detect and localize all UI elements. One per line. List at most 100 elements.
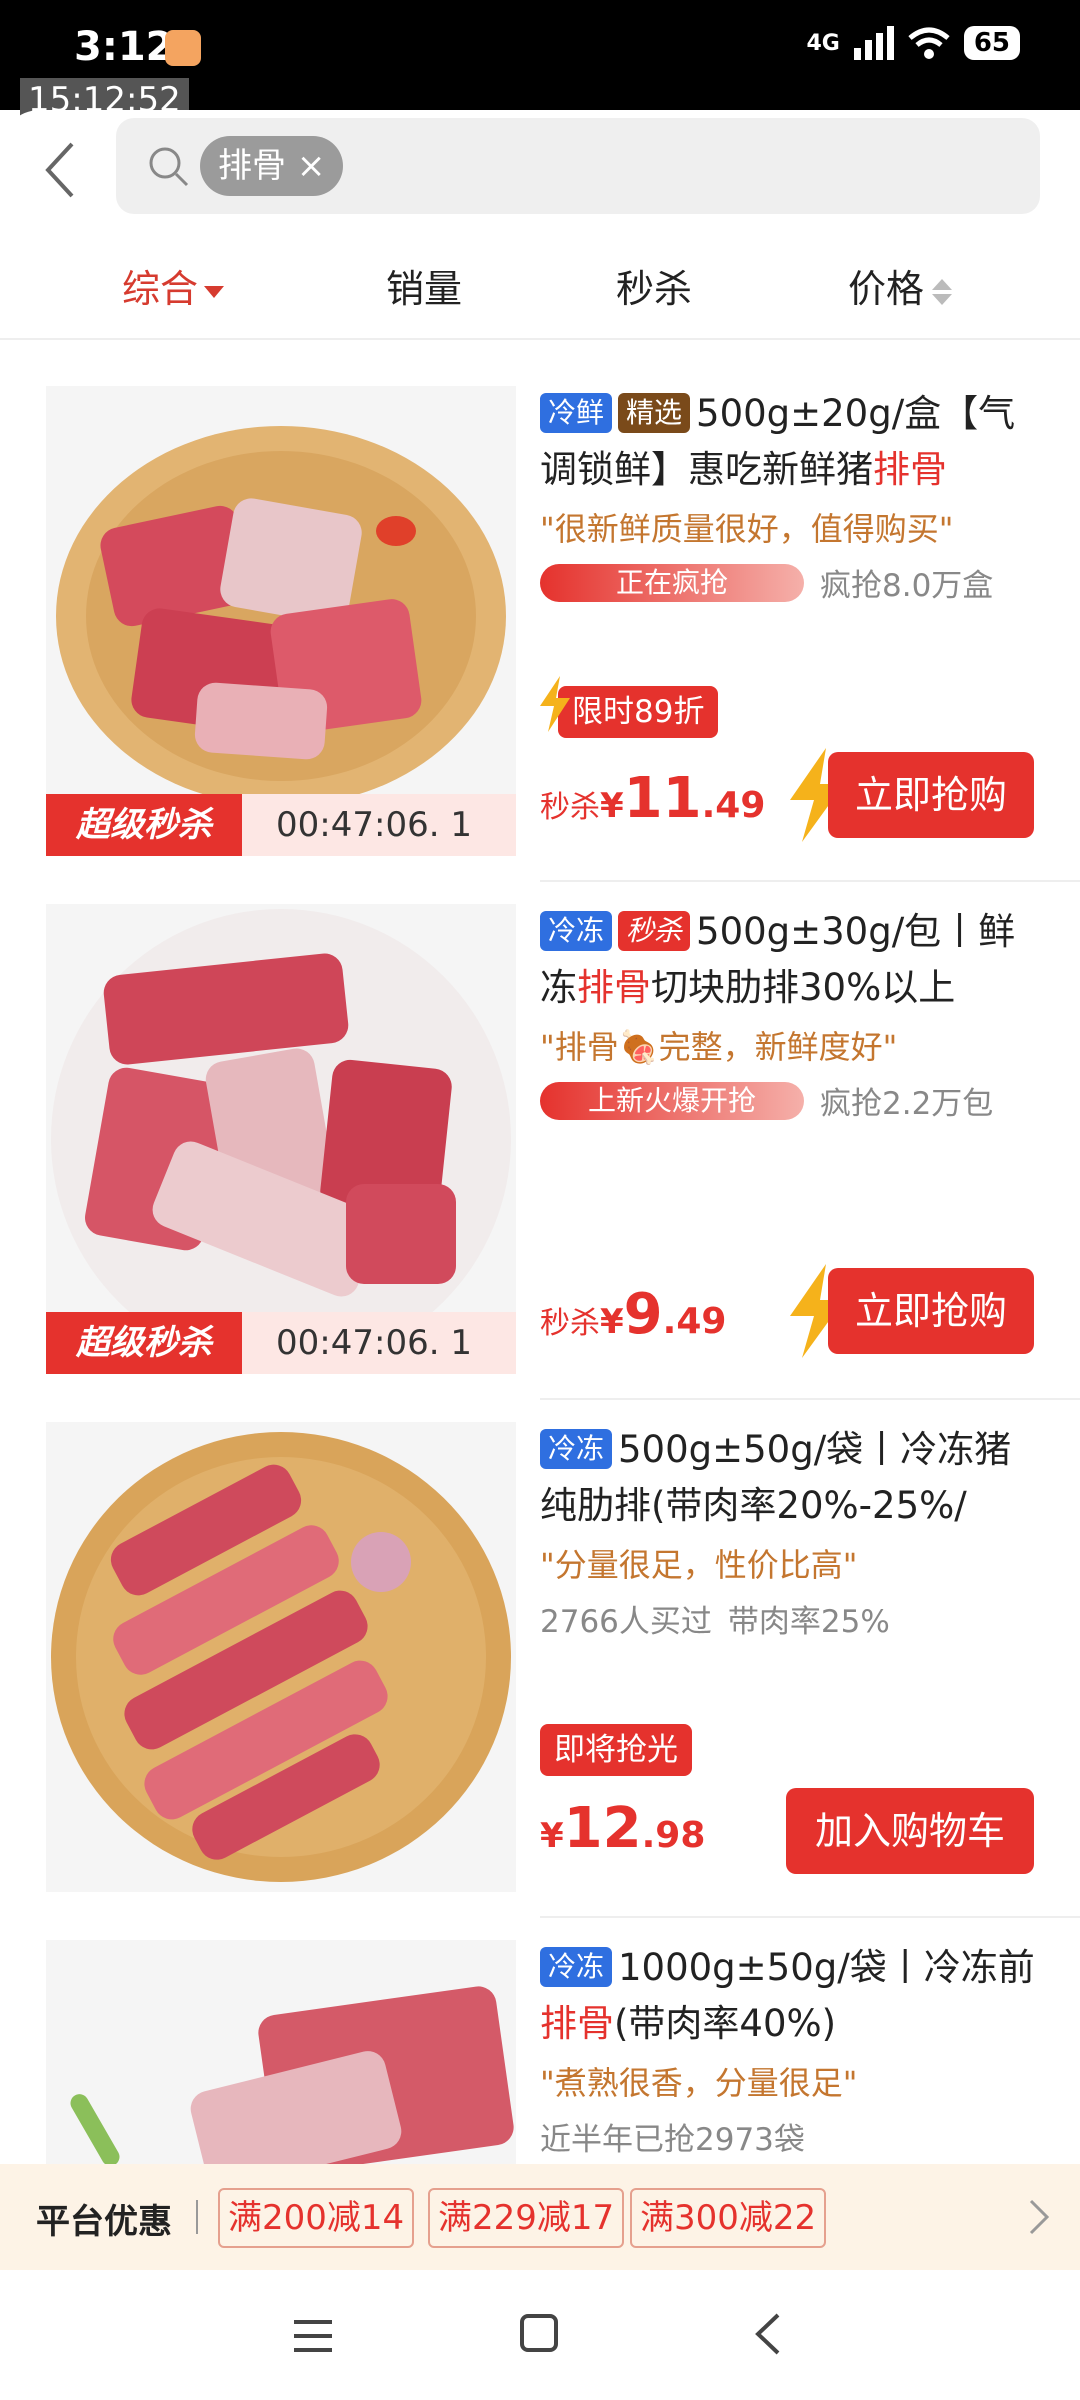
tab-label: 秒杀 bbox=[616, 267, 693, 311]
search-chip[interactable]: 排骨 × bbox=[200, 136, 344, 196]
separator bbox=[196, 2200, 198, 2234]
product-title[interactable]: 冷冻 500g±50g/袋丨冷冻猪纯肋排(带肉率20%-25%/ bbox=[540, 1422, 1040, 1534]
product-card[interactable]: 冷冻 500g±50g/袋丨冷冻猪纯肋排(带肉率20%-25%/ "分量很足，性价… bbox=[0, 1422, 1080, 1892]
price: 秒杀 ¥ 9 .49 bbox=[540, 1282, 726, 1347]
sold-count: 疯抢8.0万盒 bbox=[820, 568, 994, 604]
chevron-right-icon[interactable] bbox=[1028, 2198, 1050, 2236]
review-quote: "很新鲜质量很好，值得购买" bbox=[540, 510, 954, 548]
product-image[interactable]: 超级秒杀 00:47:06. 1 bbox=[46, 386, 516, 856]
currency-symbol: ¥ bbox=[540, 1816, 564, 1856]
product-card[interactable]: 冷冻 1000g±50g/袋丨冷冻前排骨(带肉率40%) "煮熟很香，分量很足" … bbox=[0, 1940, 1080, 2164]
search-chip-label: 排骨 bbox=[218, 146, 286, 186]
flash-sale-label: 超级秒杀 bbox=[46, 1312, 242, 1374]
title-text: 1000g±50g/袋丨冷冻前 bbox=[618, 1946, 1035, 1989]
rank-pill: 正在疯抢 bbox=[540, 563, 804, 602]
tag-frozen: 冷冻 bbox=[540, 911, 613, 951]
product-info: 冷冻 500g±50g/袋丨冷冻猪纯肋排(带肉率20%-25%/ "分量很足，性价… bbox=[540, 1422, 1040, 1641]
product-card[interactable]: 超级秒杀 00:47:06. 1 冷鲜 精选 500g±20g/盒【气调锁鲜】惠吃新… bbox=[0, 386, 1080, 856]
meat-ratio: 带肉率25% bbox=[727, 1604, 890, 1640]
tag-flash-sale: 秒杀 bbox=[618, 911, 691, 951]
flash-sale-badge: 超级秒杀 00:47:06. 1 bbox=[46, 794, 516, 856]
coupon-item[interactable]: 满200减14 bbox=[218, 2188, 415, 2248]
product-info: 冷鲜 精选 500g±20g/盒【气调锁鲜】惠吃新鲜猪排骨 "很新鲜质量很好，值得购… bbox=[540, 386, 1040, 605]
price-prefix: 秒杀 bbox=[540, 790, 600, 825]
dropdown-arrow-icon bbox=[204, 285, 225, 298]
tag-chilled: 冷鲜 bbox=[540, 393, 613, 433]
title-highlight: 排骨 bbox=[577, 966, 651, 1009]
coupon-title: 平台优惠 bbox=[36, 2202, 172, 2242]
price: ¥ 12 .98 bbox=[540, 1796, 705, 1861]
coupon-item[interactable]: 满300减22 bbox=[630, 2188, 827, 2248]
price-integer: 9 bbox=[623, 1282, 663, 1347]
review-quote: "分量很足，性价比高" bbox=[540, 1546, 858, 1584]
price-integer: 11 bbox=[623, 766, 702, 831]
flash-sale-label: 超级秒杀 bbox=[46, 794, 242, 856]
buy-now-button[interactable]: 立即抢购 bbox=[828, 752, 1034, 838]
product-info: 冷冻 秒杀 500g±30g/包丨鲜冻排骨切块肋排30%以上 "排骨🍖完整，新鲜度好… bbox=[540, 904, 1040, 1123]
battery-icon: 65 bbox=[963, 26, 1020, 60]
network-type: 4G bbox=[806, 30, 840, 56]
coupon-item[interactable]: 满229减17 bbox=[428, 2188, 625, 2248]
system-nav-bar bbox=[0, 2270, 1080, 2400]
tab-comprehensive[interactable]: 综合 bbox=[122, 258, 225, 313]
price-integer: 12 bbox=[563, 1796, 642, 1861]
tag-frozen: 冷冻 bbox=[540, 1429, 613, 1469]
title-highlight: 排骨 bbox=[873, 448, 947, 491]
tab-sales[interactable]: 销量 bbox=[386, 258, 462, 313]
product-image[interactable] bbox=[46, 1940, 516, 2164]
price-prefix: 秒杀 bbox=[540, 1306, 600, 1341]
rank-pill: 上新火爆开抢 bbox=[540, 1081, 804, 1120]
flash-sale-badge: 超级秒杀 00:47:06. 1 bbox=[46, 1312, 516, 1374]
tag-frozen: 冷冻 bbox=[540, 1947, 613, 1987]
product-title[interactable]: 冷冻 1000g±50g/袋丨冷冻前排骨(带肉率40%) bbox=[540, 1940, 1040, 2052]
tab-label: 价格 bbox=[848, 267, 925, 311]
status-icons: 4G 65 bbox=[806, 26, 1020, 60]
sort-arrows-icon bbox=[932, 278, 953, 305]
countdown-timer: 00:47:06. 1 bbox=[276, 805, 472, 845]
product-title[interactable]: 冷冻 秒杀 500g±30g/包丨鲜冻排骨切块肋排30%以上 bbox=[540, 904, 1040, 1016]
divider bbox=[540, 880, 1080, 882]
price-decimal: .98 bbox=[641, 1815, 706, 1856]
discount-bolt-icon bbox=[540, 676, 570, 732]
price-decimal: .49 bbox=[701, 785, 766, 826]
review-quote: "煮熟很香，分量很足" bbox=[540, 2064, 858, 2102]
low-stock-badge: 即将抢光 bbox=[540, 1724, 692, 1776]
platform-coupon-bar[interactable]: 平台优惠 满200减14 满229减17 满300减22 bbox=[0, 2164, 1080, 2270]
tab-price[interactable]: 价格 bbox=[848, 258, 953, 313]
menu-icon[interactable] bbox=[292, 2318, 334, 2354]
product-image[interactable]: 超级秒杀 00:47:06. 1 bbox=[46, 904, 516, 1374]
title-text-end: (带肉率40%) bbox=[614, 2002, 837, 2045]
tag-selected: 精选 bbox=[618, 393, 691, 433]
title-highlight: 排骨 bbox=[540, 2002, 614, 2045]
currency-symbol: ¥ bbox=[600, 1302, 624, 1342]
title-text-end: 切块肋排30%以上 bbox=[651, 966, 956, 1009]
chip-close-icon[interactable]: × bbox=[297, 146, 326, 186]
add-to-cart-button[interactable]: 加入购物车 bbox=[786, 1788, 1034, 1874]
status-time: 3:12 bbox=[74, 24, 174, 70]
app-notification-icon bbox=[165, 30, 201, 66]
price: 秒杀 ¥ 11 .49 bbox=[540, 766, 765, 831]
product-image[interactable] bbox=[46, 1422, 516, 1892]
tab-flash-sale[interactable]: 秒杀 bbox=[616, 258, 692, 313]
back-arrow-icon[interactable] bbox=[40, 140, 80, 200]
product-info: 冷冻 1000g±50g/袋丨冷冻前排骨(带肉率40%) "煮熟很香，分量很足" … bbox=[540, 1940, 1040, 2159]
product-title[interactable]: 冷鲜 精选 500g±20g/盒【气调锁鲜】惠吃新鲜猪排骨 bbox=[540, 386, 1040, 498]
home-icon[interactable] bbox=[520, 2314, 558, 2352]
countdown-timer: 00:47:06. 1 bbox=[276, 1323, 472, 1363]
search-input[interactable]: 排骨 × bbox=[116, 118, 1040, 214]
currency-symbol: ¥ bbox=[600, 786, 624, 826]
buyer-count: 2766人买过 bbox=[540, 1604, 712, 1640]
tab-label: 综合 bbox=[122, 267, 199, 311]
tab-label: 销量 bbox=[386, 267, 463, 311]
search-header: 排骨 × bbox=[0, 110, 1080, 230]
product-card[interactable]: 超级秒杀 00:47:06. 1 冷冻 秒杀 500g±30g/包丨鲜冻排骨切块肋排… bbox=[0, 904, 1080, 1374]
divider bbox=[540, 1398, 1080, 1400]
price-decimal: .49 bbox=[662, 1301, 727, 1342]
buy-now-button[interactable]: 立即抢购 bbox=[828, 1268, 1034, 1354]
divider bbox=[540, 1916, 1080, 1918]
back-icon[interactable] bbox=[752, 2312, 782, 2356]
buyer-count: 近半年已抢2973袋 bbox=[540, 2122, 805, 2158]
review-quote: "排骨🍖完整，新鲜度好" bbox=[540, 1028, 898, 1066]
search-icon bbox=[149, 147, 189, 187]
wifi-icon bbox=[908, 27, 950, 59]
